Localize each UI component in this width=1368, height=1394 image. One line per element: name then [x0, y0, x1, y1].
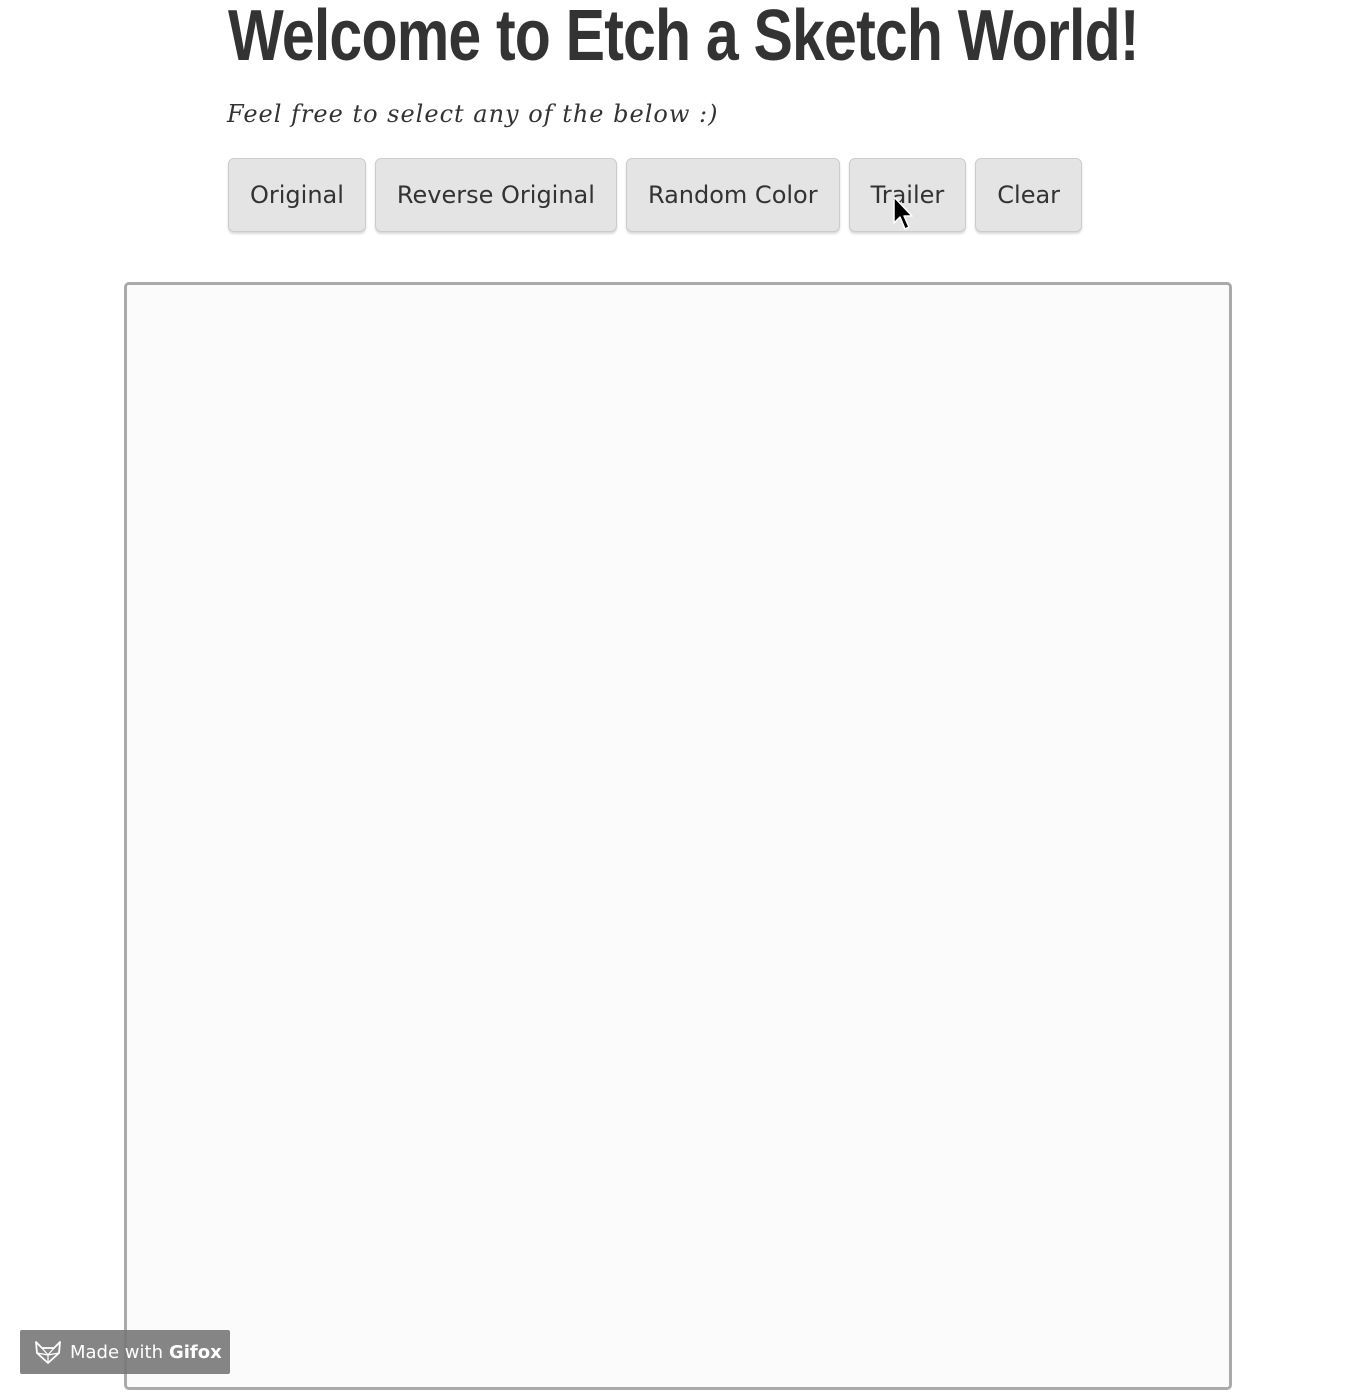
page-subtitle: Feel free to select any of the below :) [227, 100, 719, 128]
page: Welcome to Etch a Sketch World! Feel fre… [0, 0, 1368, 1394]
trailer-button[interactable]: Trailer [848, 158, 967, 232]
gifox-watermark: Made with Gifox [20, 1330, 230, 1374]
sketch-grid[interactable] [124, 282, 1232, 1390]
clear-button[interactable]: Clear [975, 158, 1083, 232]
mode-button-row: Original Reverse Original Random Color T… [228, 158, 1083, 232]
random-color-button[interactable]: Random Color [625, 158, 840, 232]
watermark-prefix: Made with [70, 1341, 163, 1363]
reverse-original-button[interactable]: Reverse Original [374, 158, 617, 232]
original-button[interactable]: Original [228, 158, 366, 232]
gifox-fox-icon [35, 1341, 61, 1364]
watermark-brand: Gifox [168, 1341, 222, 1363]
page-title: Welcome to Etch a Sketch World! [228, 0, 1139, 76]
